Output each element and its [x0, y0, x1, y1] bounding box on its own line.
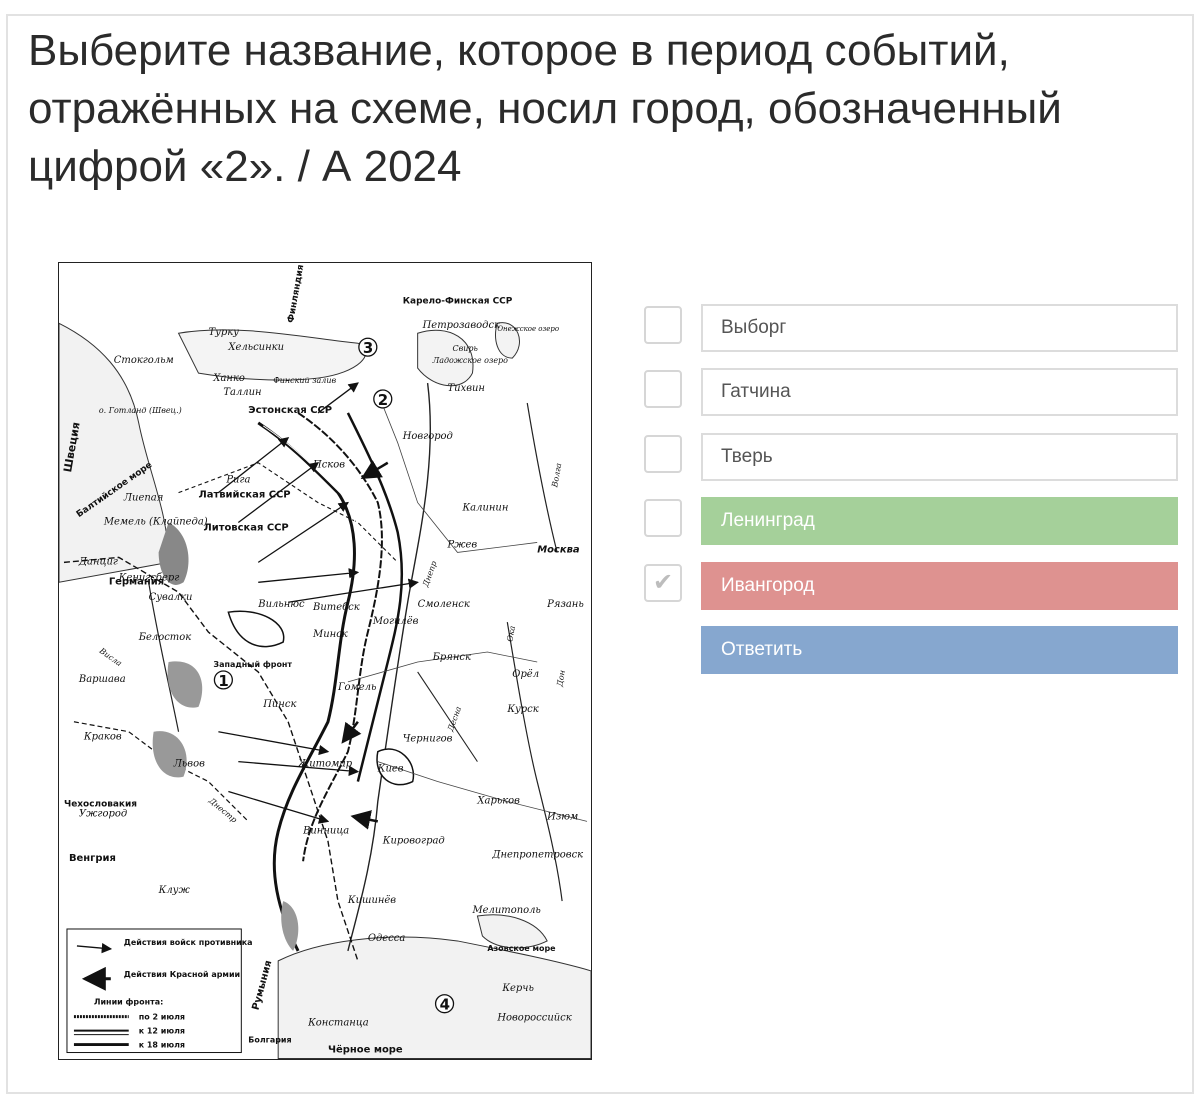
map-city: Белосток — [138, 632, 192, 643]
map-city: Рига — [225, 475, 250, 486]
map-city: Петрозаводск — [422, 320, 500, 331]
map-city: Винница — [302, 825, 349, 836]
map-island-gotland: о. Готланд (Швец.) — [99, 406, 182, 415]
map-city: Таллин — [223, 387, 261, 398]
map-image: 1 2 3 4 Эстонская ССР Латвийская ССР Лит… — [58, 262, 592, 1060]
map-city: Днепропетровск — [491, 849, 583, 860]
legend-enemy: Действия войск противника — [124, 938, 253, 947]
map-city: Новгород — [402, 431, 453, 442]
answer-checkbox[interactable] — [644, 499, 682, 537]
map-city: Пинск — [262, 699, 296, 710]
historical-map: 1 2 3 4 Эстонская ССР Латвийская ССР Лит… — [59, 263, 591, 1059]
map-city: Кировоград — [382, 835, 445, 846]
map-city: Брянск — [432, 652, 471, 663]
map-city: Минск — [312, 629, 348, 640]
map-city: Калинин — [461, 503, 508, 514]
map-city: Мемель (Клайпеда) — [103, 517, 208, 528]
map-region-hungary: Венгрия — [69, 853, 116, 864]
legend-line-3: к 18 июля — [139, 1041, 185, 1050]
map-city: Одесса — [368, 933, 406, 944]
map-river: Свирь — [453, 344, 478, 353]
map-legend: Действия войск противника Действия Красн… — [66, 928, 253, 1054]
map-city: Клуж — [158, 885, 191, 896]
map-city: Орёл — [512, 669, 539, 680]
map-city: Харьков — [476, 795, 520, 806]
map-city: Житомир — [297, 759, 353, 770]
map-city: Москва — [537, 544, 580, 555]
map-city: Киев — [377, 764, 404, 775]
map-region-latvia: Латвийская ССР — [198, 490, 290, 501]
map-water-onega: Онежское озеро — [497, 325, 559, 333]
map-city: Новороссийск — [496, 1013, 571, 1024]
map-city: Ханко — [212, 373, 245, 384]
answer-option: Тверь — [644, 433, 1178, 481]
map-water-azov: Азовское море — [487, 944, 556, 953]
answer-checkbox[interactable] — [644, 306, 682, 344]
answer-button[interactable]: Тверь — [701, 433, 1178, 481]
map-city: Изюм — [546, 811, 578, 822]
submit-button[interactable]: Ответить — [701, 626, 1178, 674]
map-city: Курск — [506, 704, 538, 715]
map-city: Данциг — [78, 556, 118, 567]
map-region-bulgaria: Болгария — [248, 1036, 291, 1045]
map-city: Вильнюс — [257, 599, 305, 610]
map-water-ladoga: Ладожское озеро — [432, 356, 509, 365]
map-city: Стокгольм — [114, 355, 174, 366]
answer-button-wrong[interactable]: Ивангород — [701, 562, 1178, 610]
legend-line-1: по 2 июля — [139, 1013, 185, 1022]
map-city: Рязань — [546, 599, 584, 610]
answer-option: Гатчина — [644, 368, 1178, 416]
map-region-karelia: Карело-Финская ССР — [403, 296, 513, 306]
map-city: Сувалки — [149, 592, 193, 603]
map-city: Лиепая — [123, 493, 164, 504]
map-city: Витебск — [312, 602, 360, 613]
answer-checkbox[interactable] — [644, 370, 682, 408]
map-number-4: 4 — [440, 996, 450, 1014]
map-city: Ржев — [447, 539, 478, 550]
answer-button[interactable]: Гатчина — [701, 368, 1178, 416]
map-city: Тихвин — [448, 383, 485, 394]
map-city: Мелитополь — [471, 905, 540, 916]
map-front-label: Западный фронт — [213, 660, 292, 669]
map-city: Чернигов — [403, 734, 453, 745]
answer-checkbox[interactable] — [644, 435, 682, 473]
map-city: Керчь — [501, 983, 534, 994]
map-city: Могилёв — [372, 616, 419, 627]
question-text: Выберите название, которое в период собы… — [28, 26, 1062, 191]
answer-option: Ленинград — [644, 497, 1178, 545]
answer-button[interactable]: Выборг — [701, 304, 1178, 352]
map-city: Львов — [173, 759, 206, 770]
submit-row: Ответить — [644, 626, 1178, 674]
map-city: Краков — [83, 732, 122, 743]
map-city: Турку — [208, 327, 239, 338]
answer-option: ✔ Ивангород — [644, 562, 1178, 610]
map-city: Констанца — [307, 1018, 369, 1029]
answer-option: Выборг — [644, 304, 1178, 352]
map-city: Смоленск — [418, 599, 470, 610]
map-region-lithuania: Литовская ССР — [203, 522, 288, 533]
legend-fronts-title: Линии фронта: — [94, 998, 163, 1007]
map-number-2: 2 — [378, 391, 388, 409]
answer-checkbox-checked[interactable]: ✔ — [644, 564, 682, 602]
map-region-estonia: Эстонская ССР — [248, 405, 332, 416]
map-city: Кенигсберг — [118, 572, 180, 583]
map-city: Псков — [312, 460, 345, 471]
legend-red-army: Действия Красной армии — [124, 970, 240, 979]
legend-line-2: к 12 июля — [139, 1027, 185, 1036]
map-city: Ужгород — [79, 808, 127, 819]
map-water-black: Чёрное море — [328, 1044, 403, 1056]
map-city: Хельсинки — [227, 342, 284, 353]
map-number-1: 1 — [218, 672, 228, 690]
map-number-3: 3 — [363, 339, 373, 357]
checkmark-icon: ✔ — [653, 568, 674, 596]
map-city: Гомель — [337, 682, 376, 693]
map-city: Кишинёв — [347, 895, 396, 906]
map-city: Варшава — [78, 674, 126, 685]
answer-button-correct[interactable]: Ленинград — [701, 497, 1178, 545]
map-water-gulf: Финский залив — [273, 376, 336, 385]
